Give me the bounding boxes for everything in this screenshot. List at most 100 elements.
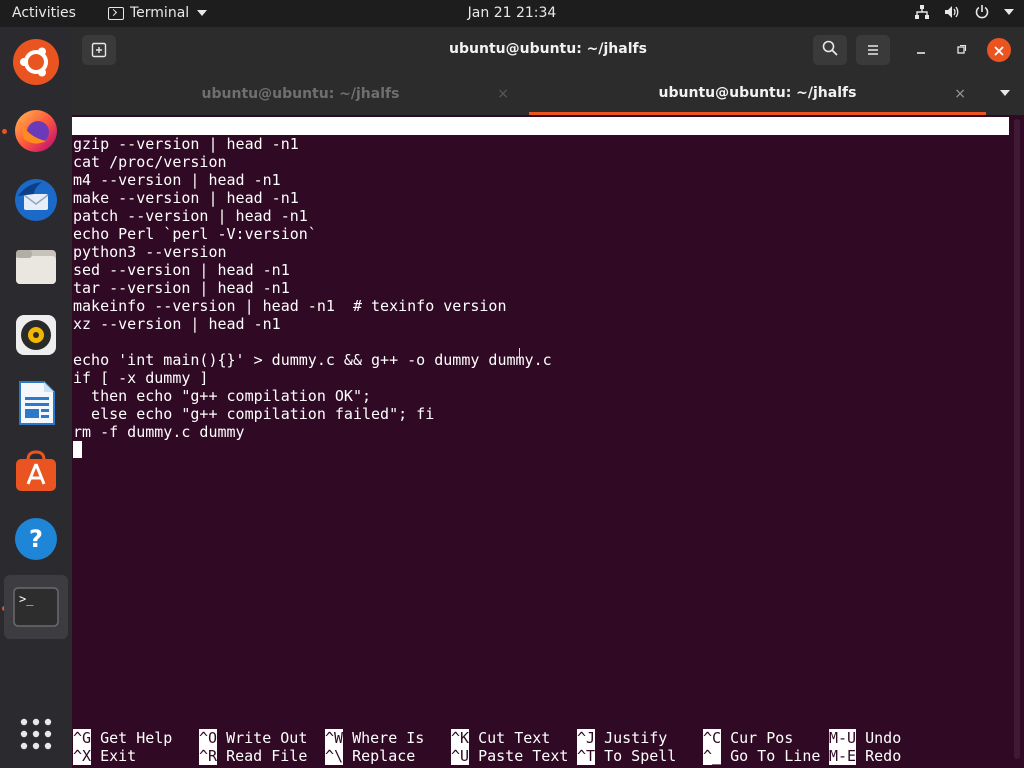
shortcut-undo[interactable]: M-U Undo — [829, 729, 901, 747]
app-store-icon[interactable] — [9, 444, 63, 498]
shortcut-key: ^_ — [703, 747, 722, 765]
editor-line[interactable]: gzip --version | head -n1 — [73, 135, 299, 153]
maximize-button[interactable] — [948, 37, 974, 63]
window-headerbar: ubuntu@ubuntu: ~/jhalfs — [72, 27, 1024, 73]
volume-icon[interactable] — [944, 4, 960, 20]
tab-1[interactable]: ubuntu@ubuntu: ~/jhalfs × — [72, 73, 529, 115]
shortcut-replace[interactable]: ^\ Replace — [325, 747, 415, 765]
activities-button[interactable]: Activities — [12, 5, 76, 21]
close-icon — [994, 41, 1004, 60]
shortcut-get-help[interactable]: ^G Get Help — [73, 729, 172, 747]
editor-line[interactable]: xz --version | head -n1 — [73, 315, 281, 333]
shortcut-to-spell[interactable]: ^T To Spell — [577, 747, 676, 765]
shortcut-label: Write Out — [226, 729, 308, 747]
system-tray[interactable] — [914, 4, 1014, 20]
shortcut-cut-text[interactable]: ^K Cut Text — [451, 729, 550, 747]
app-menu-label: Terminal — [130, 5, 190, 21]
shortcut-key: ^U — [451, 747, 470, 765]
shortcut-paste-text[interactable]: ^U Paste Text — [451, 747, 568, 765]
help-icon[interactable]: ? — [9, 512, 63, 566]
editor-line[interactable]: makeinfo --version | head -n1 # texinfo … — [73, 297, 506, 315]
menu-button[interactable] — [856, 35, 890, 65]
mouse-ibeam-icon — [519, 348, 526, 363]
files-icon[interactable] — [9, 240, 63, 294]
running-indicator — [2, 129, 7, 134]
editor-line[interactable]: m4 --version | head -n1 — [73, 171, 281, 189]
editor-line[interactable]: echo 'int main(){}' > dummy.c && g++ -o … — [73, 351, 552, 369]
shortcut-row: ^G Get Help ^O Write Out ^W Where Is ^K … — [73, 729, 901, 747]
shortcut-label: Go To Line — [730, 747, 821, 765]
scrollbar[interactable] — [1014, 119, 1020, 759]
power-icon[interactable] — [974, 4, 990, 20]
rhythmbox-icon[interactable] — [9, 308, 63, 362]
app-menu[interactable]: Terminal — [108, 5, 208, 21]
editor-line[interactable]: tar --version | head -n1 — [73, 279, 290, 297]
shortcut-key: ^J — [577, 729, 596, 747]
thunderbird-icon[interactable] — [9, 173, 63, 227]
shortcut-label: Cur Pos — [730, 729, 794, 747]
shortcut-row: ^X Exit ^R Read File ^\ Replace ^U Paste… — [73, 747, 901, 765]
shortcut-key: ^G — [73, 729, 92, 747]
clock[interactable]: Jan 21 21:34 — [468, 5, 557, 21]
chevron-down-icon[interactable] — [1004, 8, 1014, 16]
text-cursor — [73, 441, 82, 458]
tab-bar: ubuntu@ubuntu: ~/jhalfs × ubuntu@ubuntu:… — [72, 73, 1024, 115]
editor-line[interactable]: then echo "g++ compilation OK"; — [73, 387, 371, 405]
shortcut-redo[interactable]: M-E Redo — [829, 747, 901, 765]
terminal-icon[interactable]: >_ — [4, 575, 68, 639]
close-button[interactable] — [987, 38, 1011, 62]
tab-2[interactable]: ubuntu@ubuntu: ~/jhalfs × — [529, 73, 986, 115]
terminal-app-icon — [108, 6, 124, 20]
shortcut-label: To Spell — [604, 747, 677, 765]
shortcut-key: M-E — [829, 747, 857, 765]
apps-grid-icon[interactable] — [9, 707, 63, 761]
top-bar: Activities Terminal Jan 21 21:34 — [0, 0, 1024, 27]
editor-line[interactable]: else echo "g++ compilation failed"; fi — [73, 405, 434, 423]
shortcut-label: Redo — [865, 747, 902, 765]
shortcut-where-is[interactable]: ^W Where Is — [325, 729, 424, 747]
editor-line[interactable]: make --version | head -n1 — [73, 189, 299, 207]
chevron-down-icon — [197, 10, 208, 16]
editor-line[interactable]: patch --version | head -n1 — [73, 207, 308, 225]
shortcut-label: Paste Text — [478, 747, 569, 765]
shortcut-label: Exit — [100, 747, 137, 765]
editor-line[interactable]: sed --version | head -n1 — [73, 261, 290, 279]
close-icon[interactable]: × — [497, 86, 509, 102]
svg-text:>_: >_ — [19, 592, 34, 606]
shortcut-label: Where Is — [352, 729, 425, 747]
shortcut-read-file[interactable]: ^R Read File — [199, 747, 307, 765]
editor-line[interactable]: rm -f dummy.c dummy — [73, 423, 245, 441]
search-icon — [822, 40, 838, 60]
shortcut-key: ^X — [73, 747, 92, 765]
editor-line[interactable]: if [ -x dummy ] — [73, 369, 208, 387]
shortcut-key: ^C — [703, 729, 722, 747]
tab-label: ubuntu@ubuntu: ~/jhalfs — [658, 84, 857, 101]
terminal-content[interactable]: GNU nano 4.8 New Buffer Modified gzip --… — [72, 115, 1024, 768]
shortcut-justify[interactable]: ^J Justify — [577, 729, 667, 747]
search-button[interactable] — [813, 35, 847, 65]
writer-icon[interactable] — [9, 376, 63, 430]
network-icon[interactable] — [914, 4, 930, 20]
editor-line[interactable]: python3 --version — [73, 243, 227, 261]
editor-line[interactable]: cat /proc/version — [73, 153, 227, 171]
svg-text:?: ? — [29, 525, 43, 553]
shortcut-key: ^R — [199, 747, 218, 765]
hamburger-icon — [866, 41, 880, 60]
shortcut-label: Cut Text — [478, 729, 551, 747]
shortcut-write-out[interactable]: ^O Write Out — [199, 729, 307, 747]
dock: ? >_ — [0, 27, 72, 768]
editor-line[interactable]: echo Perl `perl -V:version` — [73, 225, 317, 243]
shortcut-go-to-line[interactable]: ^_ Go To Line — [703, 747, 820, 765]
shortcut-key: ^T — [577, 747, 596, 765]
shortcut-label: Replace — [352, 747, 416, 765]
minimize-button[interactable] — [908, 37, 934, 63]
shortcut-cur-pos[interactable]: ^C Cur Pos — [703, 729, 793, 747]
chevron-down-icon[interactable] — [1000, 90, 1010, 96]
ubuntu-icon[interactable] — [9, 35, 63, 89]
close-icon[interactable]: × — [954, 86, 966, 102]
buffer-state: Modified — [918, 171, 991, 189]
shortcut-label: Undo — [865, 729, 902, 747]
shortcut-exit[interactable]: ^X Exit — [73, 747, 136, 765]
firefox-icon[interactable] — [9, 104, 63, 158]
shortcut-key: ^W — [325, 729, 344, 747]
